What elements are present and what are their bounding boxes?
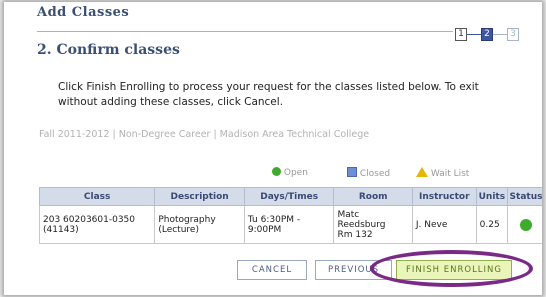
step-connector — [493, 34, 507, 35]
legend-closed-label: Closed — [359, 169, 391, 179]
column-header-instructor: Instructor — [411, 187, 477, 206]
title-divider — [37, 31, 453, 32]
column-header-class: Class — [38, 187, 156, 206]
table-row: 203 60203601-0350 (41143) Photography (L… — [38, 205, 542, 244]
column-header-units: Units — [475, 187, 509, 206]
room-number: Rm 132 — [337, 229, 373, 240]
add-classes-panel: Add Classes 1 2 3 2. Confirm classes Cli… — [4, 2, 542, 295]
class-cell: 203 60203601-0350 (41143) — [38, 205, 156, 244]
status-cell — [507, 205, 542, 244]
column-header-status: Status — [507, 187, 542, 206]
room-cell: Matc Reedsburg Rm 132 — [333, 205, 413, 244]
instructions-line: without adding these classes, click Canc… — [58, 96, 284, 108]
legend-wait-list: Wait List — [416, 167, 469, 179]
section-heading: 2. Confirm classes — [37, 42, 180, 58]
room-location: Reedsburg — [337, 219, 386, 230]
instructor-cell: J. Neve — [411, 205, 477, 244]
class-id: (41143) — [43, 224, 79, 235]
class-number: 203 60203601-0350 — [43, 214, 135, 225]
column-header-description: Description — [154, 187, 245, 206]
open-status-icon — [520, 218, 532, 231]
instructions: Click Finish Enrolling to process your r… — [58, 80, 498, 110]
units-cell: 0.25 — [475, 205, 509, 244]
wait-list-status-icon — [416, 167, 428, 177]
step-3: 3 — [507, 28, 519, 41]
step-connector — [467, 34, 481, 35]
legend-open-label: Open — [283, 168, 308, 178]
room-campus: Matc — [337, 209, 360, 220]
legend-wait-list-label: Wait List — [430, 169, 470, 179]
course-title: Photography — [158, 214, 216, 225]
highlight-annotation-ring — [370, 250, 533, 287]
legend-open: Open — [272, 167, 308, 178]
description-cell: Photography (Lecture) — [154, 205, 245, 244]
open-status-icon — [272, 167, 281, 176]
term-career-institution: Fall 2011-2012 | Non-Degree Career | Mad… — [39, 129, 370, 140]
instructions-line: Click Finish Enrolling to process your r… — [58, 81, 479, 93]
table-header-row: Class Description Days/Times Room Instru… — [38, 187, 542, 206]
column-header-days-times: Days/Times — [243, 187, 335, 206]
column-header-room: Room — [333, 187, 413, 206]
page-title: Add Classes — [37, 5, 130, 20]
course-component: (Lecture) — [158, 224, 199, 235]
cancel-button[interactable]: CANCEL — [237, 260, 307, 280]
legend-closed: Closed — [347, 167, 390, 179]
meeting-end: 9:00PM — [247, 224, 282, 235]
step-1: 1 — [455, 28, 467, 41]
days-times-cell: Tu 6:30PM - 9:00PM — [243, 205, 335, 244]
step-2-current: 2 — [481, 28, 493, 41]
closed-status-icon — [347, 167, 357, 177]
classes-table: Class Description Days/Times Room Instru… — [38, 187, 542, 244]
meeting-start: Tu 6:30PM - — [247, 214, 301, 225]
